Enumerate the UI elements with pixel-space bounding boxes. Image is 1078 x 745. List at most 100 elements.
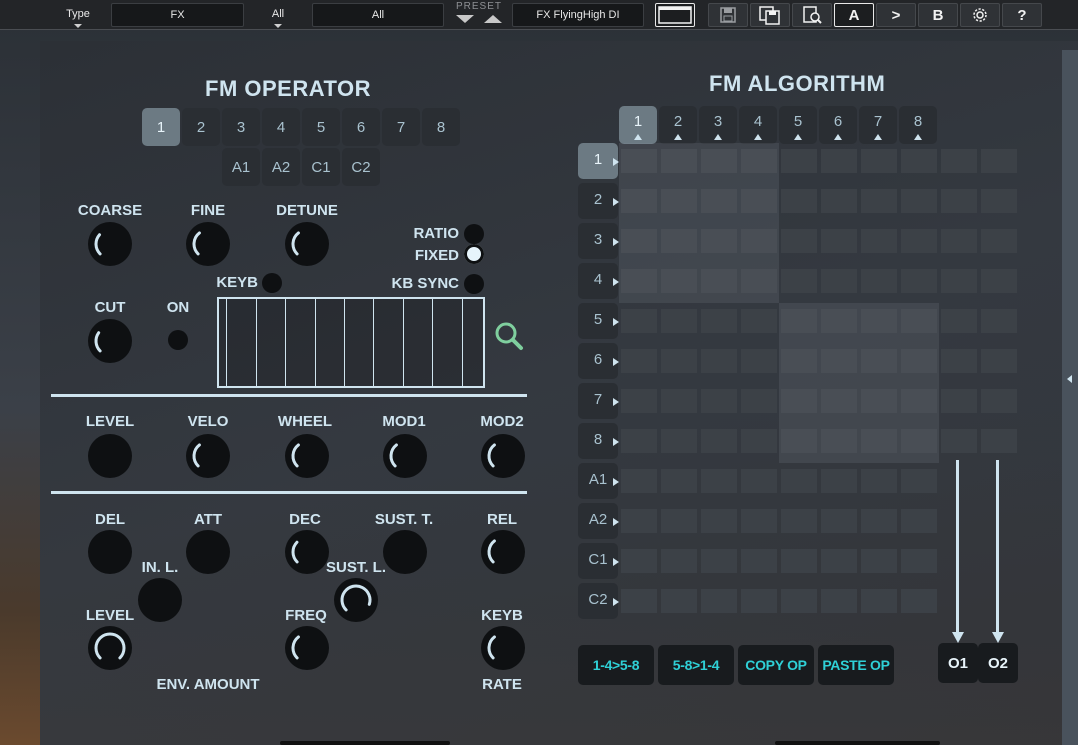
matrix-cell[interactable] [701, 429, 737, 453]
matrix-cell[interactable] [901, 509, 937, 533]
output-o2-button[interactable]: O2 [978, 643, 1018, 683]
matrix-cell[interactable] [661, 389, 697, 413]
matrix-cell[interactable] [901, 149, 937, 173]
matrix-cell[interactable] [901, 349, 937, 373]
operator-tab-a1[interactable]: A1 [222, 148, 260, 186]
matrix-cell[interactable] [741, 589, 777, 613]
matrix-cell[interactable] [781, 309, 817, 333]
preset-prev-button[interactable] [484, 15, 502, 23]
matrix-cell[interactable] [621, 349, 657, 373]
matrix-cell[interactable] [661, 269, 697, 293]
rel-knob[interactable] [481, 530, 525, 574]
matrix-cell[interactable] [901, 389, 937, 413]
matrix-cell[interactable] [861, 189, 897, 213]
matrix-cell[interactable] [661, 429, 697, 453]
operator-tab-c1[interactable]: C1 [302, 148, 340, 186]
algorithm-column-4[interactable]: 4 [739, 106, 777, 144]
att-knob[interactable] [186, 530, 230, 574]
freq-knob[interactable] [285, 626, 329, 670]
cut-on-toggle[interactable] [168, 330, 188, 350]
operator-tab-1[interactable]: 1 [142, 108, 180, 146]
fx-selector[interactable]: FX [111, 3, 244, 27]
save-as-button[interactable] [750, 3, 790, 27]
algorithm-column-7[interactable]: 7 [859, 106, 897, 144]
matrix-cell[interactable] [781, 509, 817, 533]
matrix-cell[interactable] [621, 469, 657, 493]
matrix-cell[interactable] [741, 269, 777, 293]
mod2-knob[interactable] [481, 434, 525, 478]
algorithm-row-4[interactable]: 4 [578, 263, 619, 299]
wheel-knob[interactable] [285, 434, 329, 478]
matrix-cell[interactable] [901, 309, 937, 333]
browse-presets-button[interactable] [792, 3, 832, 27]
matrix-cell[interactable] [861, 429, 897, 453]
matrix-cell[interactable] [661, 509, 697, 533]
matrix-cell[interactable] [621, 269, 657, 293]
matrix-cell[interactable] [821, 429, 857, 453]
algorithm-row-c1[interactable]: C1 [578, 543, 619, 579]
operator-tab-c2[interactable]: C2 [342, 148, 380, 186]
algorithm-row-6[interactable]: 6 [578, 343, 619, 379]
matrix-cell[interactable] [701, 149, 737, 173]
matrix-cell[interactable] [861, 469, 897, 493]
matrix-cell[interactable] [821, 269, 857, 293]
category-selector[interactable]: All [312, 3, 444, 27]
algorithm-row-8[interactable]: 8 [578, 423, 619, 459]
matrix-cell[interactable] [701, 549, 737, 573]
matrix-cell[interactable] [861, 149, 897, 173]
algorithm-row-a2[interactable]: A2 [578, 503, 619, 539]
settings-button[interactable] [960, 3, 1000, 27]
matrix-cell[interactable] [821, 549, 857, 573]
matrix-cell[interactable] [741, 229, 777, 253]
velo-knob[interactable] [186, 434, 230, 478]
matrix-cell[interactable] [941, 149, 977, 173]
matrix-cell[interactable] [861, 309, 897, 333]
coarse-knob[interactable] [88, 222, 132, 266]
matrix-cell[interactable] [741, 389, 777, 413]
matrix-cell[interactable] [701, 269, 737, 293]
matrix-cell[interactable] [941, 349, 977, 373]
matrix-cell[interactable] [781, 389, 817, 413]
matrix-cell[interactable] [741, 469, 777, 493]
matrix-cell[interactable] [621, 429, 657, 453]
matrix-cell[interactable] [661, 149, 697, 173]
matrix-cell[interactable] [661, 309, 697, 333]
matrix-cell[interactable] [781, 469, 817, 493]
matrix-cell[interactable] [901, 429, 937, 453]
matrix-cell[interactable] [941, 229, 977, 253]
matrix-cell[interactable] [781, 589, 817, 613]
copy-op-button[interactable]: COPY OP [738, 645, 814, 685]
matrix-cell[interactable] [661, 229, 697, 253]
matrix-cell[interactable] [781, 549, 817, 573]
matrix-cell[interactable] [981, 189, 1017, 213]
algorithm-column-6[interactable]: 6 [819, 106, 857, 144]
matrix-cell[interactable] [741, 429, 777, 453]
matrix-cell[interactable] [981, 269, 1017, 293]
algorithm-row-7[interactable]: 7 [578, 383, 619, 419]
matrix-cell[interactable] [821, 309, 857, 333]
matrix-cell[interactable] [621, 589, 657, 613]
mod1-knob[interactable] [383, 434, 427, 478]
matrix-cell[interactable] [941, 389, 977, 413]
copy-5-8-to-1-4-button[interactable]: 5-8>1-4 [658, 645, 734, 685]
preset-name-field[interactable]: FX FlyingHigh DI [512, 3, 644, 27]
env-level-knob[interactable] [88, 626, 132, 670]
matrix-cell[interactable] [701, 189, 737, 213]
matrix-cell[interactable] [621, 229, 657, 253]
matrix-cell[interactable] [821, 349, 857, 373]
matrix-cell[interactable] [901, 229, 937, 253]
operator-tab-5[interactable]: 5 [302, 108, 340, 146]
algorithm-row-1[interactable]: 1 [578, 143, 619, 179]
sust-t-knob[interactable] [383, 530, 427, 574]
algorithm-column-1[interactable]: 1 [619, 106, 657, 144]
algorithm-row-a1[interactable]: A1 [578, 463, 619, 499]
matrix-cell[interactable] [981, 149, 1017, 173]
compare-a-button[interactable]: A [834, 3, 874, 27]
matrix-cell[interactable] [701, 349, 737, 373]
dec-knob[interactable] [285, 530, 329, 574]
in-l-knob[interactable] [138, 578, 182, 622]
algorithm-row-c2[interactable]: C2 [578, 583, 619, 619]
keyb-toggle[interactable] [262, 273, 282, 293]
fine-knob[interactable] [186, 222, 230, 266]
matrix-cell[interactable] [781, 149, 817, 173]
